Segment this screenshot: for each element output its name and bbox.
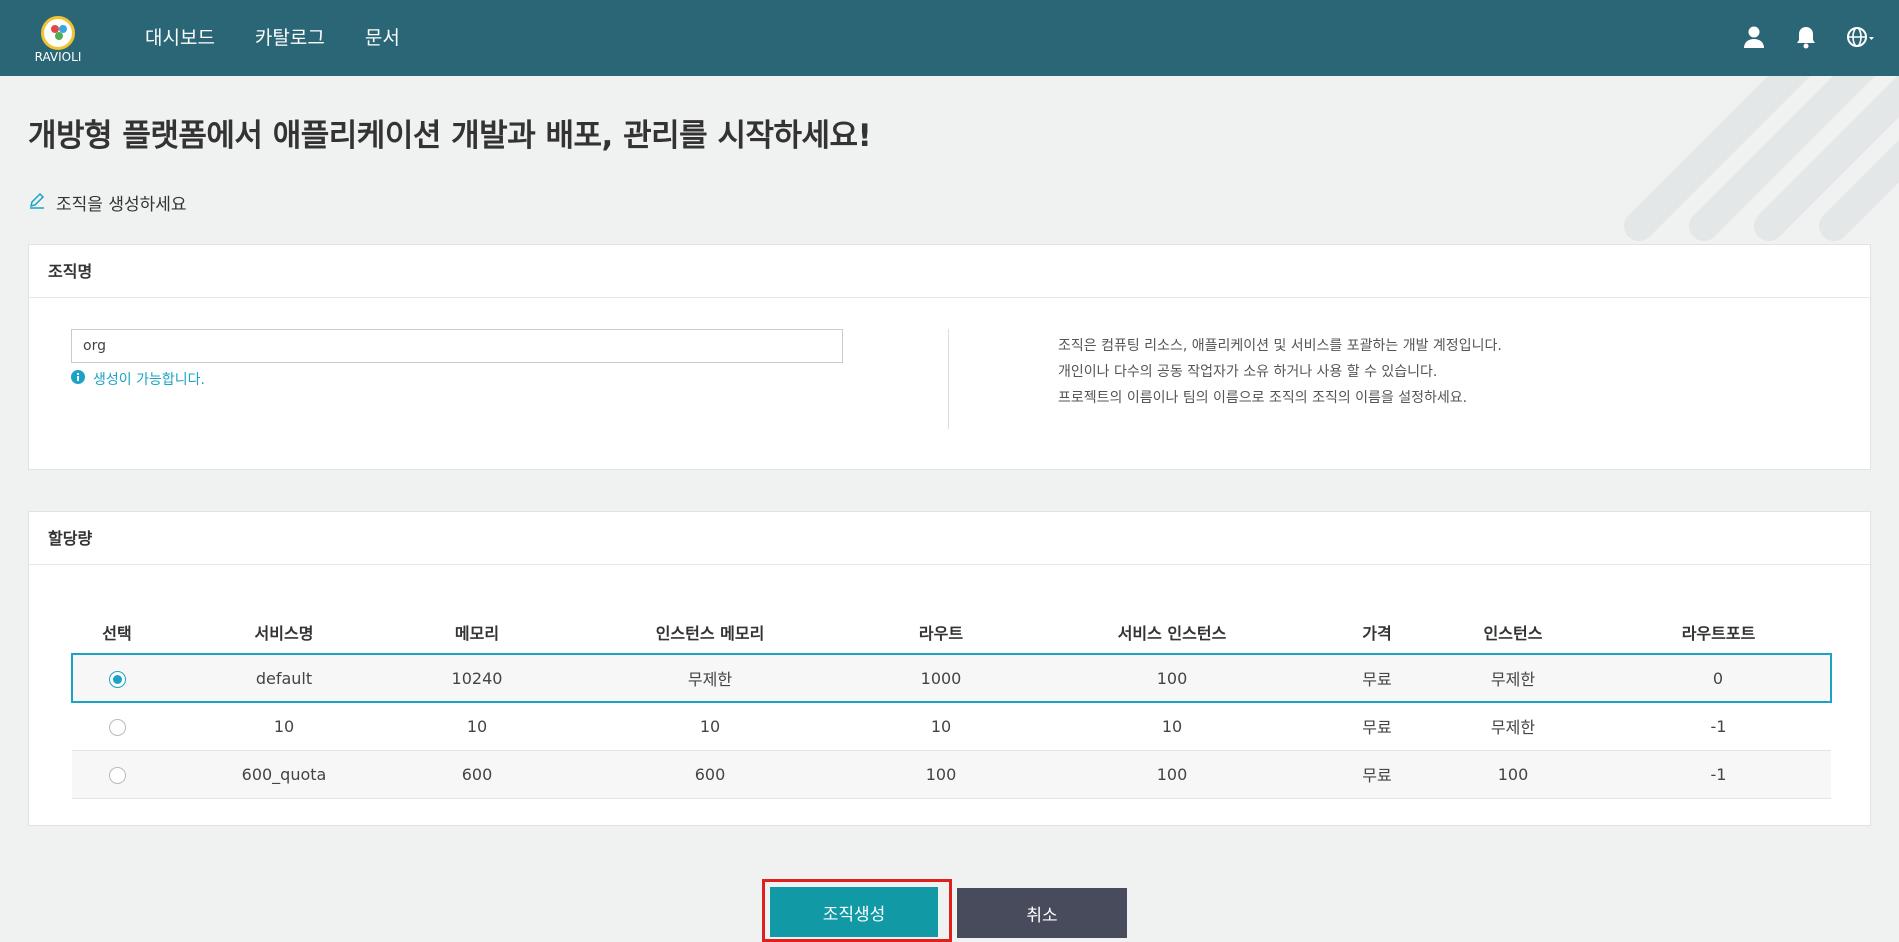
nav-dashboard[interactable]: 대시보드 [125, 0, 235, 76]
table-cell: 10 [406, 702, 548, 751]
decorative-stripes [1609, 76, 1899, 246]
column-header: 라우트 [918, 623, 964, 643]
hint-text: 생성이 가능합니다. [93, 372, 205, 388]
logo-text: RAVIOLI [34, 50, 82, 64]
column-header: 메모리 [454, 623, 500, 643]
column-header: 인스턴스 메모리 [655, 623, 765, 643]
table-cell: 10 [162, 702, 406, 751]
table-cell: 10 [548, 702, 872, 751]
table-row[interactable]: default 10240 무제한 1000 100 무료 무제한 0 [71, 653, 1832, 703]
globe-icon[interactable] [1845, 24, 1875, 50]
top-navbar: RAVIOLI 대시보드 카탈로그 문서 [0, 0, 1899, 76]
main-nav: 대시보드 카탈로그 문서 [125, 0, 420, 76]
availability-hint: 생성이 가능합니다. [71, 369, 205, 389]
table-row[interactable]: 10 10 10 10 10 무료 무제한 -1 [72, 702, 1831, 751]
org-description: 조직은 컴퓨팅 리소스, 애플리케이션 및 서비스를 포괄하는 개발 계정입니다… [1058, 333, 1502, 411]
table-cell: 600_quota [162, 750, 406, 799]
nav-catalog[interactable]: 카탈로그 [235, 0, 345, 76]
table-cell: 600 [548, 750, 872, 799]
org-name-heading: 조직명 [29, 245, 1870, 298]
page-title: 개방형 플랫폼에서 애플리케이션 개발과 배포, 관리를 시작하세요! [28, 118, 872, 154]
info-icon [71, 370, 85, 388]
table-cell: -1 [1606, 750, 1831, 799]
quota-radio[interactable] [108, 766, 126, 784]
logo-mark [41, 16, 75, 50]
table-cell: 무제한 [1420, 653, 1606, 703]
table-row[interactable]: 600_quota 600 600 100 100 무료 100 -1 [72, 750, 1831, 799]
table-cell: 0 [1606, 653, 1832, 703]
table-cell: 100 [872, 750, 1010, 799]
description-line: 개인이나 다수의 공동 작업자가 소유 하거나 사용 할 수 있습니다. [1058, 364, 1438, 380]
select-cell[interactable] [71, 653, 162, 703]
table-cell: 100 [1010, 653, 1334, 703]
subtitle-text: 조직을 생성하세요 [56, 195, 187, 215]
table-cell: 무제한 [1420, 702, 1606, 751]
nav-docs[interactable]: 문서 [345, 0, 420, 76]
cancel-button[interactable]: 취소 [957, 888, 1127, 938]
table-cell: -1 [1606, 702, 1831, 751]
table-cell: 1000 [872, 653, 1010, 703]
select-cell[interactable] [72, 750, 162, 799]
quota-table: 선택 서비스명 메모리 인스턴스 메모리 라우트 서비스 인스턴스 가격 인스턴… [71, 610, 1832, 799]
description-line: 조직은 컴퓨팅 리소스, 애플리케이션 및 서비스를 포괄하는 개발 계정입니다… [1058, 338, 1502, 354]
bell-icon[interactable] [1793, 24, 1819, 50]
table-cell: 무료 [1334, 750, 1420, 799]
create-org-button[interactable]: 조직생성 [770, 887, 938, 937]
table-cell: 무료 [1334, 653, 1420, 703]
table-header-row: 선택 서비스명 메모리 인스턴스 메모리 라우트 서비스 인스턴스 가격 인스턴… [72, 610, 1831, 654]
quota-heading: 할당량 [29, 512, 1870, 565]
select-cell[interactable] [72, 702, 162, 751]
create-button-highlight: 조직생성 [762, 879, 952, 942]
table-cell: 100 [1420, 750, 1606, 799]
panel-divider [948, 329, 949, 429]
header-icons [1741, 24, 1875, 50]
table-cell: 10240 [406, 653, 548, 703]
column-header: 가격 [1362, 623, 1392, 643]
org-name-panel: 조직명 생성이 가능합니다. 조직은 컴퓨팅 리소스, 애플리케이션 및 서비스… [28, 244, 1871, 470]
table-cell: 600 [406, 750, 548, 799]
org-name-input[interactable] [71, 329, 843, 363]
table-cell: 무제한 [548, 653, 872, 703]
table-cell: default [162, 653, 406, 703]
table-cell: 10 [872, 702, 1010, 751]
description-line: 프로젝트의 이름이나 팀의 이름으로 조직의 조직의 이름을 설정하세요. [1058, 390, 1468, 406]
ravioli-logo[interactable]: RAVIOLI [30, 14, 86, 66]
column-header: 서비스 인스턴스 [1117, 623, 1227, 643]
quota-radio[interactable] [108, 718, 126, 736]
column-header: 라우트포트 [1681, 623, 1756, 643]
table-cell: 무료 [1334, 702, 1420, 751]
user-icon[interactable] [1741, 24, 1767, 50]
table-cell: 100 [1010, 750, 1334, 799]
column-header: 인스턴스 [1483, 623, 1543, 643]
quota-panel: 할당량 선택 서비스명 메모리 인스턴스 메모리 라우트 서비스 인스턴스 가격… [28, 511, 1871, 826]
column-header: 선택 [102, 623, 132, 643]
column-header: 서비스명 [254, 623, 314, 643]
subtitle: 조직을 생성하세요 [28, 190, 187, 215]
quota-radio[interactable] [109, 670, 126, 688]
table-cell: 10 [1010, 702, 1334, 751]
pencil-icon [28, 191, 46, 214]
